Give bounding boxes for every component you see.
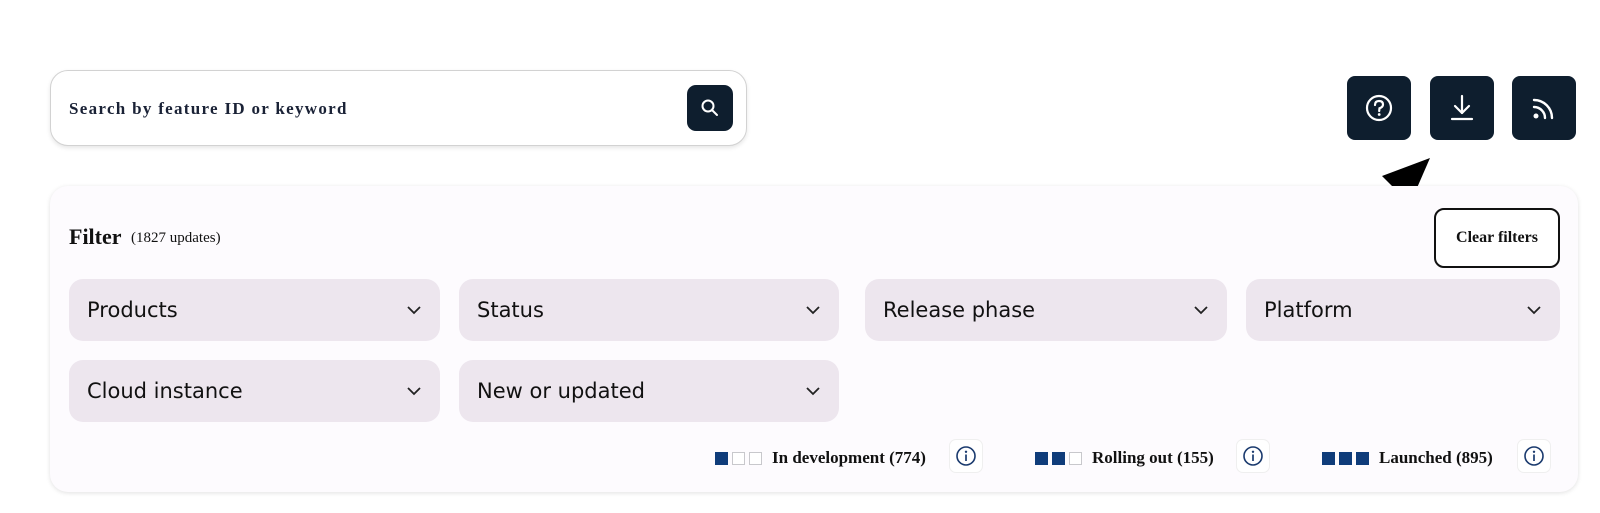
info-icon — [956, 446, 976, 466]
dropdown-label: Cloud instance — [87, 379, 243, 403]
status-square — [1339, 451, 1352, 465]
chevron-down-icon — [1527, 306, 1541, 315]
help-button[interactable] — [1347, 76, 1411, 140]
search-button[interactable] — [687, 85, 733, 131]
release-phase-dropdown[interactable]: Release phase — [865, 279, 1227, 341]
clear-filters-button[interactable]: Clear filters — [1434, 208, 1560, 268]
status-square — [732, 451, 745, 465]
rss-icon — [1532, 98, 1554, 120]
legend-label: Rolling out (155) — [1092, 448, 1214, 467]
rss-button[interactable] — [1512, 76, 1576, 140]
download-button[interactable] — [1430, 76, 1494, 140]
chevron-down-icon — [806, 306, 820, 315]
status-square — [749, 451, 762, 465]
legend-in-development: In development (774) — [715, 443, 926, 473]
status-square — [1356, 451, 1369, 465]
dropdown-label: Status — [477, 298, 544, 322]
dropdown-label: Release phase — [883, 298, 1036, 322]
legend-label: Launched (895) — [1379, 448, 1493, 467]
update-count: (1827 updates) — [131, 230, 221, 246]
platform-dropdown[interactable]: Platform — [1246, 279, 1560, 341]
dropdown-label: New or updated — [477, 379, 645, 403]
status-square — [1322, 451, 1335, 465]
filter-panel: Filter (1827 updates) Clear filters Prod… — [50, 186, 1578, 492]
chevron-down-icon — [806, 387, 820, 396]
dropdown-label: Platform — [1264, 298, 1353, 322]
info-button-in-development[interactable] — [949, 439, 983, 473]
status-indicator — [1035, 451, 1082, 465]
status-square — [1052, 451, 1065, 465]
search-icon — [701, 99, 718, 116]
legend-label: In development (774) — [772, 448, 926, 467]
status-indicator — [1322, 451, 1369, 465]
chevron-down-icon — [407, 306, 421, 315]
legend-launched: Launched (895) — [1322, 443, 1493, 473]
help-icon — [1365, 94, 1393, 122]
chevron-down-icon — [407, 387, 421, 396]
info-button-launched[interactable] — [1517, 439, 1551, 473]
info-icon — [1243, 446, 1263, 466]
status-dropdown[interactable]: Status — [459, 279, 839, 341]
status-square — [715, 451, 728, 465]
cloud-instance-dropdown[interactable]: Cloud instance — [69, 360, 440, 422]
search-bar — [50, 70, 747, 146]
dropdown-label: Products — [87, 298, 178, 322]
status-square — [1069, 451, 1082, 465]
info-button-rolling-out[interactable] — [1236, 439, 1270, 473]
search-input[interactable] — [69, 91, 629, 127]
filter-title: Filter — [69, 224, 122, 249]
download-icon — [1450, 94, 1474, 121]
status-indicator — [715, 451, 762, 465]
legend-rolling-out: Rolling out (155) — [1035, 443, 1214, 473]
info-icon — [1524, 446, 1544, 466]
chevron-down-icon — [1194, 306, 1208, 315]
new-or-updated-dropdown[interactable]: New or updated — [459, 360, 839, 422]
status-square — [1035, 451, 1048, 465]
products-dropdown[interactable]: Products — [69, 279, 440, 341]
